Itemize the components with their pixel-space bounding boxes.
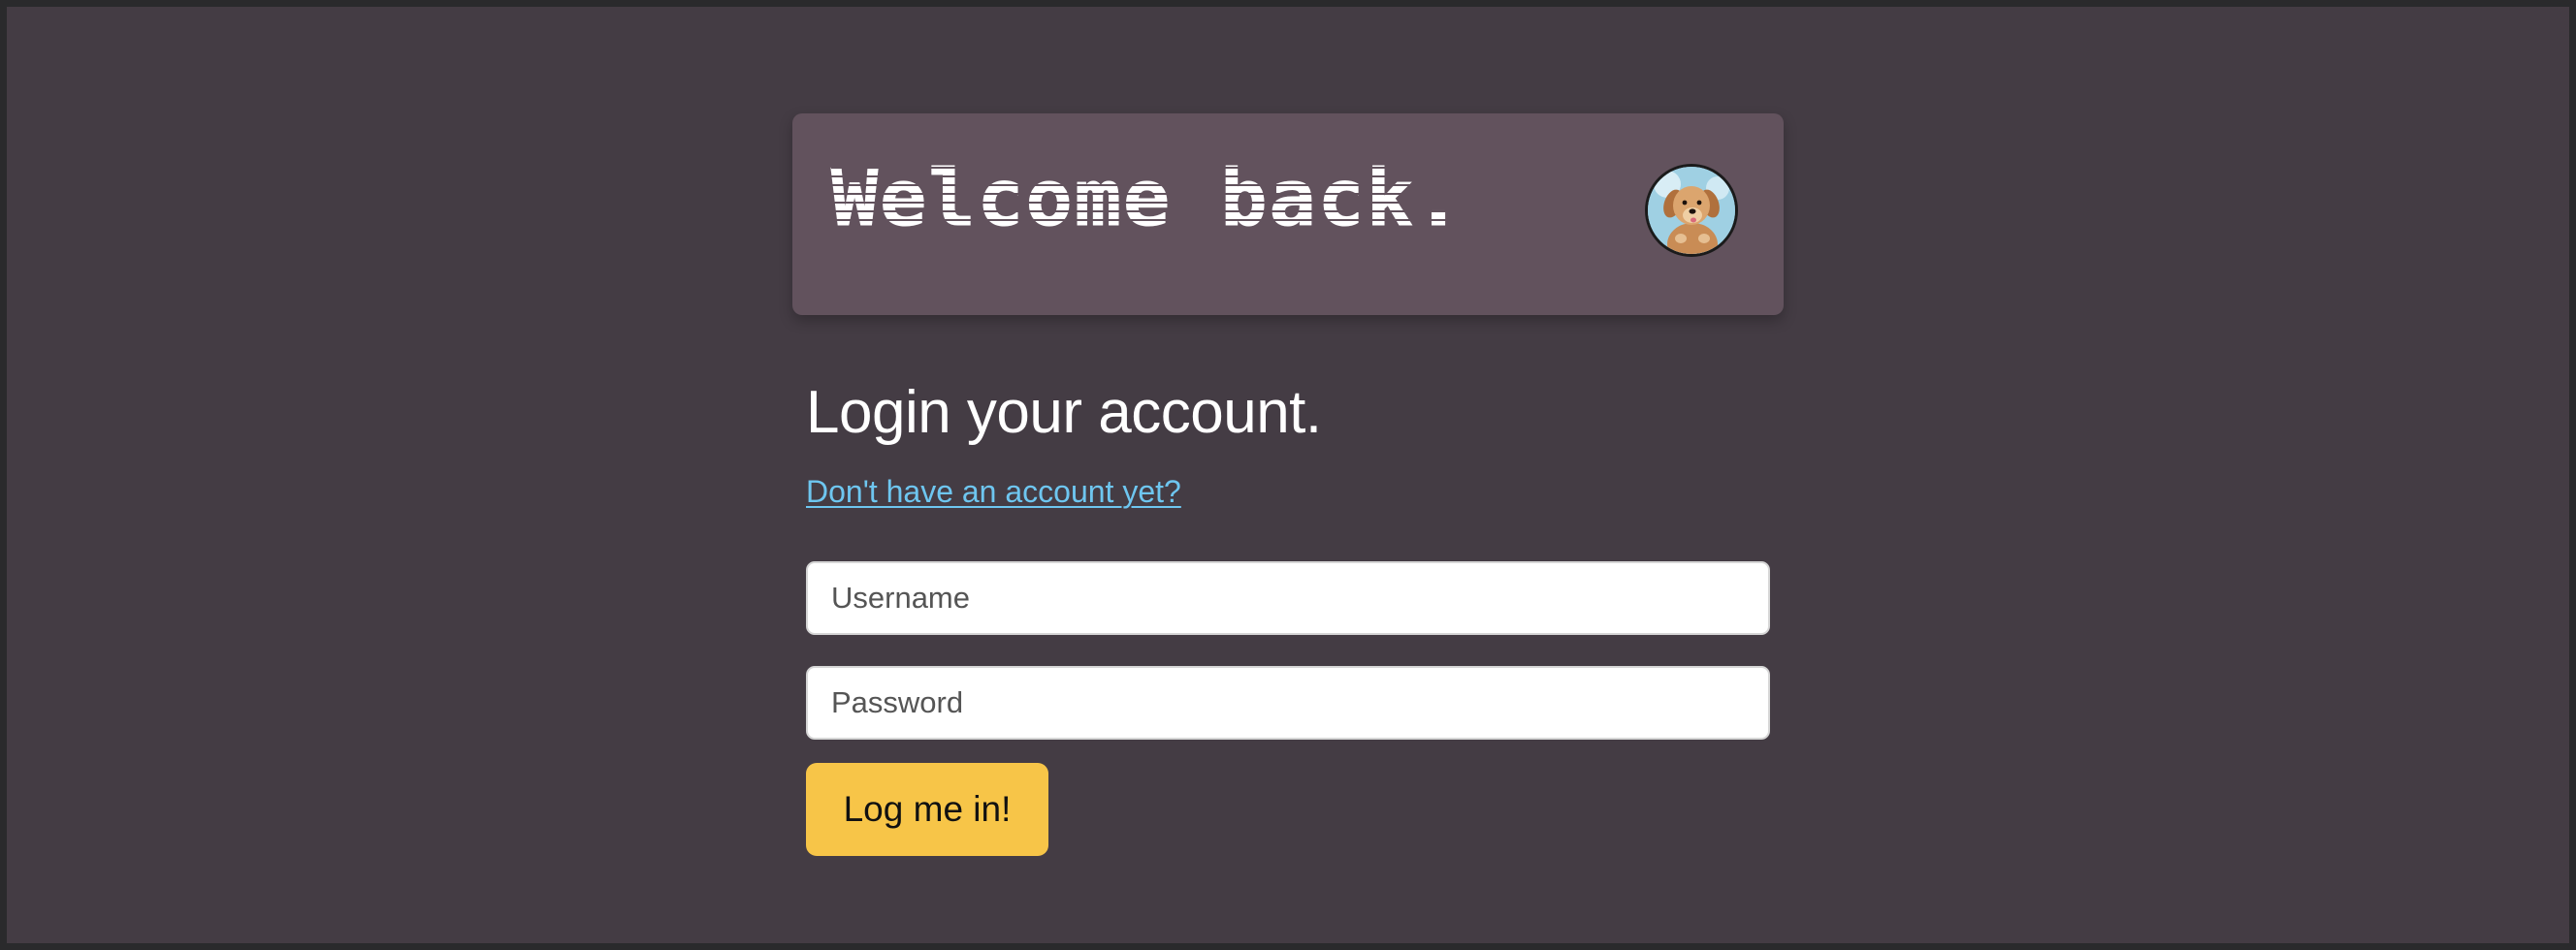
login-container: Welcome back. Login your account. Don't …	[792, 113, 1784, 856]
login-button[interactable]: Log me in!	[806, 763, 1048, 856]
header-card: Welcome back.	[792, 113, 1784, 315]
login-form: Login your account. Don't have an accoun…	[806, 379, 1770, 856]
login-title: Login your account.	[806, 379, 1322, 446]
signup-link[interactable]: Don't have an account yet?	[806, 474, 1181, 510]
password-input[interactable]	[806, 666, 1770, 740]
username-input[interactable]	[806, 561, 1770, 635]
page-viewport: Welcome back. Login your account. Don't …	[7, 7, 2569, 943]
dog-avatar-image	[1648, 167, 1735, 254]
welcome-heading: Welcome back.	[830, 153, 1465, 243]
avatar	[1645, 164, 1738, 257]
